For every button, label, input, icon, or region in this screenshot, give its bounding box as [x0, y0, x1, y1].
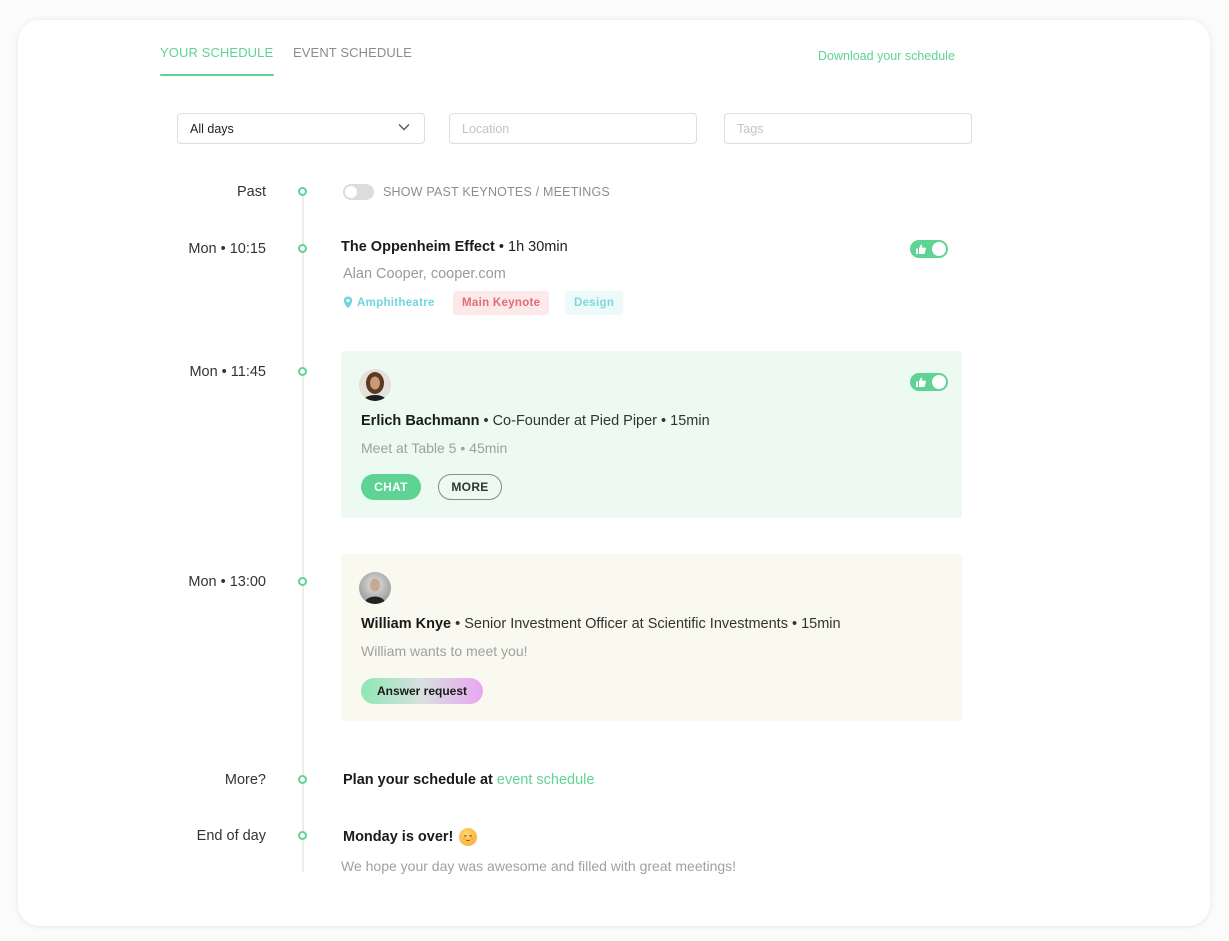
toggle-knob	[345, 186, 357, 198]
toggle-knob	[932, 375, 946, 389]
tab-event-schedule[interactable]: EVENT SCHEDULE	[293, 45, 412, 60]
tag-main-keynote[interactable]: Main Keynote	[453, 291, 550, 315]
timeline-dot	[298, 244, 307, 253]
answer-request-button[interactable]: Answer request	[361, 678, 483, 704]
tags-field-wrapper	[724, 113, 972, 144]
timeline-line	[302, 196, 304, 872]
time-label-past: Past	[236, 184, 266, 200]
meeting-card: Erlich Bachmann • Co-Founder at Pied Pip…	[341, 351, 962, 518]
avatar-erlich-bachmann	[359, 369, 391, 401]
keynote-title-line[interactable]: The Oppenheim Effect • 1h 30min	[341, 239, 568, 255]
show-past-label: SHOW PAST KEYNOTES / MEETINGS	[383, 185, 610, 199]
end-of-day-heading: Monday is over!	[343, 829, 454, 845]
location-field-wrapper	[449, 113, 697, 144]
thumbs-up-icon	[916, 377, 926, 387]
end-of-day-message: We hope your day was awesome and filled …	[341, 858, 737, 874]
timeline-dot	[298, 831, 307, 840]
timeline-dot	[298, 775, 307, 784]
chat-button[interactable]: CHAT	[361, 474, 421, 500]
request-details: • Senior Investment Officer at Scientifi…	[451, 616, 841, 632]
timeline-dot	[298, 367, 307, 376]
time-label-keynote: Mon • 10:15	[188, 241, 266, 257]
tag-design[interactable]: Design	[565, 291, 624, 315]
event-schedule-link[interactable]: event schedule	[497, 772, 595, 788]
days-select[interactable]: All days	[177, 113, 425, 144]
timeline-dot	[298, 577, 307, 586]
timeline-dot	[298, 187, 307, 196]
request-message: William wants to meet you!	[361, 643, 528, 659]
keynote-location[interactable]: Amphitheatre	[343, 296, 435, 309]
chevron-down-icon	[398, 124, 410, 131]
days-select-value: All days	[190, 121, 234, 136]
keynote-title: The Oppenheim Effect	[341, 239, 495, 255]
location-label: Amphitheatre	[357, 296, 435, 309]
request-title-line: William Knye • Senior Investment Officer…	[361, 616, 841, 632]
tab-your-schedule[interactable]: YOUR SCHEDULE	[160, 45, 273, 60]
keynote-like-toggle[interactable]	[910, 240, 948, 258]
request-person-name: William Knye	[361, 616, 452, 632]
time-label-request: Mon • 13:00	[188, 574, 266, 590]
meeting-like-toggle[interactable]	[910, 373, 948, 391]
plan-schedule-label: Plan your schedule at	[343, 772, 497, 788]
download-schedule-link[interactable]: Download your schedule	[818, 49, 955, 63]
keynote-speaker: Alan Cooper, cooper.com	[343, 266, 506, 282]
meeting-title-line: Erlich Bachmann • Co-Founder at Pied Pip…	[361, 413, 710, 429]
avatar-william-knye	[359, 572, 391, 604]
more-button[interactable]: MORE	[438, 474, 502, 500]
time-label-end-of-day: End of day	[196, 828, 266, 844]
time-label-more: More?	[224, 772, 266, 788]
meeting-person-name: Erlich Bachmann	[361, 413, 480, 429]
meeting-details: • Co-Founder at Pied Piper • 15min	[479, 413, 710, 429]
toggle-knob	[932, 242, 946, 256]
meeting-location: Meet at Table 5 • 45min	[361, 440, 508, 456]
meeting-request-card: William Knye • Senior Investment Officer…	[341, 554, 962, 721]
end-of-day-title: Monday is over!	[343, 828, 478, 846]
keynote-duration: • 1h 30min	[494, 239, 568, 255]
plan-schedule-text: Plan your schedule at event schedule	[343, 772, 594, 788]
tags-input[interactable]	[737, 121, 959, 136]
active-tab-indicator	[160, 74, 274, 76]
time-label-meeting: Mon • 11:45	[189, 364, 266, 380]
show-past-toggle[interactable]	[343, 184, 374, 200]
location-pin-icon	[343, 296, 353, 309]
thumbs-up-icon	[916, 244, 926, 254]
location-input[interactable]	[462, 121, 684, 136]
relieved-face-icon	[459, 828, 478, 846]
